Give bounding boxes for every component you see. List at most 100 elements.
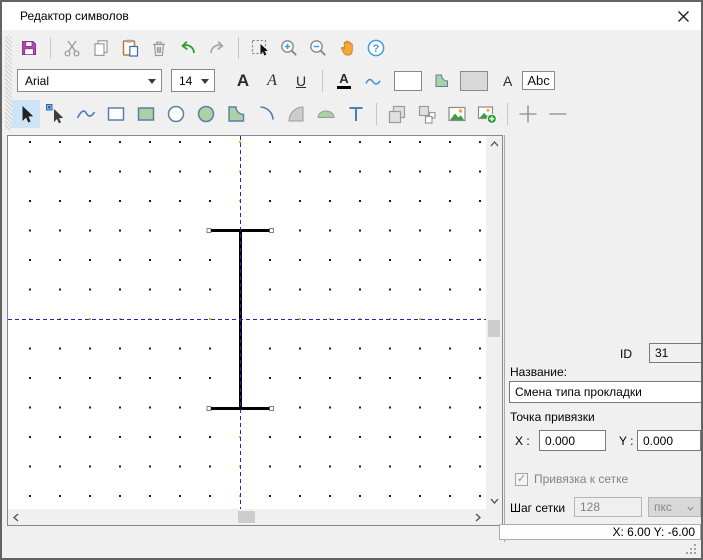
polygon-tool[interactable]: [222, 100, 250, 128]
horizontal-scrollbar[interactable]: [8, 509, 486, 525]
zoom-out-button[interactable]: [306, 36, 330, 60]
vertical-scrollbar[interactable]: [486, 136, 502, 509]
properties-panel: ID Название: Точка привязки X : Y : ✓ Пр…: [506, 135, 703, 526]
underline-button[interactable]: U: [289, 69, 313, 93]
select-region-button[interactable]: [248, 36, 272, 60]
undo-icon: [177, 38, 199, 58]
unit-select[interactable]: пкс: [648, 497, 701, 517]
chord-tool-icon: [315, 103, 337, 125]
x-input[interactable]: [539, 430, 606, 451]
scroll-down-button[interactable]: [486, 493, 502, 509]
scroll-left-icon: [13, 513, 19, 522]
status-bar: X: 6.00 Y: -6.00: [499, 524, 701, 540]
pie-tool[interactable]: [282, 100, 310, 128]
id-field[interactable]: [649, 343, 703, 363]
toolbar-format: Arial 14 A A U A: [2, 64, 701, 97]
window-title: Редактор символов: [20, 2, 129, 30]
filled-rect-tool[interactable]: [132, 100, 160, 128]
minus-button[interactable]: [544, 100, 572, 128]
canvas-region: [7, 135, 503, 526]
font-size-combo[interactable]: 14: [171, 69, 215, 92]
polyline-tool[interactable]: [72, 100, 100, 128]
separator: [238, 37, 239, 59]
check-icon: ✓: [517, 474, 526, 485]
grid-step-input[interactable]: [574, 497, 642, 517]
undo-button[interactable]: [176, 36, 200, 60]
plus-button[interactable]: [514, 100, 542, 128]
zoom-in-button[interactable]: [277, 36, 301, 60]
group-button[interactable]: [383, 100, 411, 128]
scroll-right-button[interactable]: [470, 509, 486, 525]
scrollbar-corner: [486, 509, 502, 525]
chord-tool[interactable]: [312, 100, 340, 128]
fill-color-swatch[interactable]: [460, 71, 488, 91]
cursor-coordinates: X: 6.00 Y: -6.00: [612, 525, 695, 539]
separator: [322, 70, 323, 92]
snap-to-grid-checkbox[interactable]: ✓: [515, 473, 528, 486]
copy-button[interactable]: [89, 36, 113, 60]
arc-tool[interactable]: [252, 100, 280, 128]
ungroup-button[interactable]: [413, 100, 441, 128]
add-image-button[interactable]: [473, 100, 501, 128]
cut-button[interactable]: [60, 36, 84, 60]
copy-icon: [91, 38, 111, 58]
scroll-up-button[interactable]: [486, 136, 502, 152]
fill-shape-button[interactable]: [431, 69, 451, 93]
rect-tool-icon: [105, 103, 127, 125]
italic-icon: A: [267, 72, 277, 90]
pan-button[interactable]: [335, 36, 359, 60]
bold-button[interactable]: A: [231, 69, 255, 93]
fill-shape-icon: [433, 72, 450, 89]
redo-button[interactable]: [205, 36, 229, 60]
delete-button[interactable]: [147, 36, 171, 60]
scroll-up-icon: [490, 141, 499, 147]
text-tool-icon: [345, 103, 367, 125]
font-color-button[interactable]: A: [332, 69, 356, 93]
anchor-point-label: Точка привязки: [510, 410, 595, 424]
ungroup-icon: [416, 103, 438, 125]
line-style-button[interactable]: [361, 69, 385, 93]
panel-divider: [504, 135, 505, 542]
font-family-combo[interactable]: Arial: [17, 69, 162, 92]
scroll-left-button[interactable]: [8, 509, 24, 525]
select-tool[interactable]: [12, 100, 40, 128]
y-input[interactable]: [637, 430, 701, 451]
minus-icon: [547, 103, 569, 125]
group-icon: [386, 103, 408, 125]
resize-grip-icon[interactable]: [686, 544, 696, 554]
separator: [507, 103, 508, 125]
filled-ellipse-tool[interactable]: [192, 100, 220, 128]
cut-icon: [62, 38, 82, 58]
italic-button[interactable]: A: [260, 69, 284, 93]
name-input[interactable]: [509, 381, 703, 403]
titlebar: Редактор символов: [2, 2, 701, 30]
symbol-drawing: [8, 136, 486, 509]
unit-value: пкс: [654, 500, 672, 514]
abc-button[interactable]: Abc: [522, 71, 554, 90]
underline-icon: U: [296, 73, 306, 89]
chevron-down-icon: [201, 79, 209, 84]
line-color-swatch[interactable]: [394, 71, 422, 91]
bold-icon: A: [237, 71, 249, 91]
paste-button[interactable]: [118, 36, 142, 60]
close-button[interactable]: [667, 2, 699, 30]
toolbar-gripper: [5, 36, 12, 130]
toolbar-area: ? Arial 14 A A U: [2, 30, 701, 135]
polygon-tool-icon: [225, 103, 247, 125]
help-button[interactable]: ?: [364, 36, 388, 60]
chevron-down-icon: [148, 79, 156, 84]
snap-to-grid-row: ✓ Привязка к сетке: [515, 472, 628, 486]
save-button[interactable]: [17, 36, 41, 60]
letter-a-button[interactable]: A: [503, 73, 512, 89]
node-select-tool[interactable]: [42, 100, 70, 128]
vertical-scroll-thumb[interactable]: [488, 320, 500, 337]
pie-tool-icon: [285, 103, 307, 125]
horizontal-scroll-thumb[interactable]: [238, 511, 255, 523]
name-label: Название:: [510, 365, 567, 379]
ellipse-tool[interactable]: [162, 100, 190, 128]
drawing-canvas[interactable]: [8, 136, 486, 509]
polyline-tool-icon: [75, 103, 97, 125]
image-button[interactable]: [443, 100, 471, 128]
rect-tool[interactable]: [102, 100, 130, 128]
text-tool[interactable]: [342, 100, 370, 128]
